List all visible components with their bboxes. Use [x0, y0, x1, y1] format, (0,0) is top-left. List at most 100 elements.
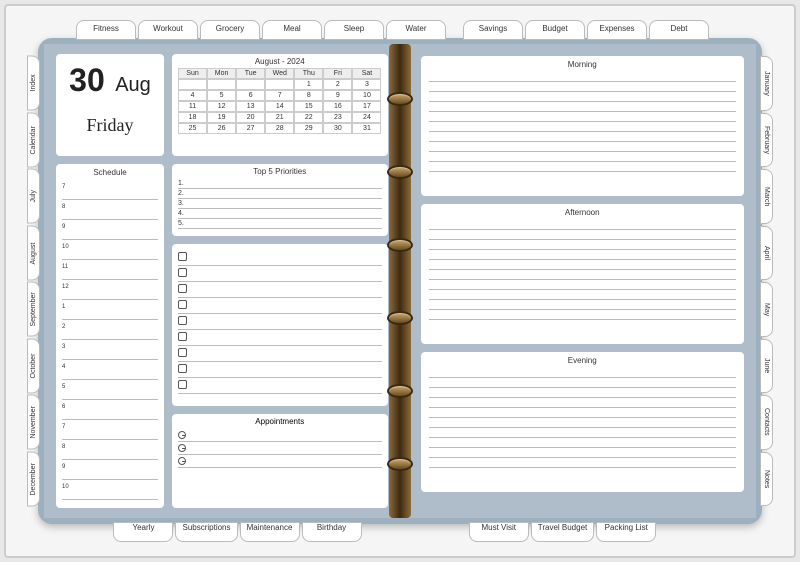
- tab-index[interactable]: Index: [27, 56, 40, 111]
- calendar-day[interactable]: [236, 79, 265, 90]
- schedule-row[interactable]: 2: [62, 320, 158, 340]
- writing-line[interactable]: [429, 388, 737, 398]
- calendar-day[interactable]: 12: [207, 101, 236, 112]
- tab-meal[interactable]: Meal: [262, 20, 322, 40]
- tab-january[interactable]: January: [760, 56, 773, 111]
- tab-maintenance[interactable]: Maintenance: [240, 522, 300, 542]
- schedule-row[interactable]: 3: [62, 340, 158, 360]
- calendar-day[interactable]: 3: [352, 79, 381, 90]
- tab-grocery[interactable]: Grocery: [200, 20, 260, 40]
- tab-subscriptions[interactable]: Subscriptions: [175, 522, 237, 542]
- calendar-day[interactable]: 1: [294, 79, 323, 90]
- tab-fitness[interactable]: Fitness: [76, 20, 136, 40]
- tab-budget[interactable]: Budget: [525, 20, 585, 40]
- schedule-row[interactable]: 12: [62, 280, 158, 300]
- writing-line[interactable]: [429, 408, 737, 418]
- writing-line[interactable]: [429, 82, 737, 92]
- schedule-row[interactable]: 7: [62, 420, 158, 440]
- calendar-day[interactable]: 25: [178, 123, 207, 134]
- calendar-day[interactable]: 7: [265, 90, 294, 101]
- tab-december[interactable]: December: [27, 452, 40, 507]
- priority-row[interactable]: 1.: [178, 179, 382, 189]
- writing-line[interactable]: [429, 300, 737, 310]
- schedule-row[interactable]: 7: [62, 180, 158, 200]
- tab-sleep[interactable]: Sleep: [324, 20, 384, 40]
- checkbox-icon[interactable]: [178, 300, 187, 309]
- tab-april[interactable]: April: [760, 226, 773, 281]
- checklist-row[interactable]: [178, 250, 382, 266]
- writing-line[interactable]: [429, 92, 737, 102]
- checklist-row[interactable]: [178, 298, 382, 314]
- tab-travel-budget[interactable]: Travel Budget: [531, 522, 595, 542]
- calendar-day[interactable]: 29: [294, 123, 323, 134]
- tab-debt[interactable]: Debt: [649, 20, 709, 40]
- tab-june[interactable]: June: [760, 339, 773, 394]
- writing-line[interactable]: [429, 398, 737, 408]
- checkbox-icon[interactable]: [178, 364, 187, 373]
- schedule-row[interactable]: 10: [62, 480, 158, 500]
- calendar-day[interactable]: 26: [207, 123, 236, 134]
- schedule-row[interactable]: 5: [62, 380, 158, 400]
- calendar-day[interactable]: 28: [265, 123, 294, 134]
- appointments-block[interactable]: Appointments: [172, 414, 388, 508]
- schedule-row[interactable]: 4: [62, 360, 158, 380]
- tab-packing-list[interactable]: Packing List: [596, 522, 656, 542]
- tab-september[interactable]: September: [27, 282, 40, 337]
- writing-line[interactable]: [429, 418, 737, 428]
- calendar-day[interactable]: 21: [265, 112, 294, 123]
- schedule-row[interactable]: 8: [62, 440, 158, 460]
- mini-calendar[interactable]: August - 2024 SunMonTueWedThuFriSat 1234…: [172, 54, 388, 156]
- schedule-row[interactable]: 10: [62, 240, 158, 260]
- writing-line[interactable]: [429, 428, 737, 438]
- calendar-day[interactable]: [207, 79, 236, 90]
- calendar-day[interactable]: 14: [265, 101, 294, 112]
- writing-line[interactable]: [429, 162, 737, 172]
- tab-workout[interactable]: Workout: [138, 20, 198, 40]
- schedule-row[interactable]: 6: [62, 400, 158, 420]
- calendar-day[interactable]: 18: [178, 112, 207, 123]
- morning-section[interactable]: Morning: [421, 56, 745, 196]
- calendar-day[interactable]: 31: [352, 123, 381, 134]
- calendar-day[interactable]: 30: [323, 123, 352, 134]
- calendar-day[interactable]: 5: [207, 90, 236, 101]
- checklist-row[interactable]: [178, 378, 382, 394]
- schedule-row[interactable]: 11: [62, 260, 158, 280]
- evening-section[interactable]: Evening: [421, 352, 745, 492]
- tab-october[interactable]: October: [27, 339, 40, 394]
- writing-line[interactable]: [429, 240, 737, 250]
- writing-line[interactable]: [429, 72, 737, 82]
- calendar-day[interactable]: 24: [352, 112, 381, 123]
- writing-line[interactable]: [429, 132, 737, 142]
- calendar-day[interactable]: 17: [352, 101, 381, 112]
- calendar-day[interactable]: 10: [352, 90, 381, 101]
- writing-line[interactable]: [429, 250, 737, 260]
- tab-november[interactable]: November: [27, 395, 40, 450]
- tab-yearly[interactable]: Yearly: [113, 522, 173, 542]
- tab-must-visit[interactable]: Must Visit: [469, 522, 529, 542]
- priority-row[interactable]: 2.: [178, 189, 382, 199]
- calendar-day[interactable]: [265, 79, 294, 90]
- priority-row[interactable]: 4.: [178, 209, 382, 219]
- tab-birthday[interactable]: Birthday: [302, 522, 362, 542]
- appointment-row[interactable]: [178, 429, 382, 442]
- writing-line[interactable]: [429, 368, 737, 378]
- calendar-day[interactable]: [178, 79, 207, 90]
- tab-savings[interactable]: Savings: [463, 20, 523, 40]
- writing-line[interactable]: [429, 260, 737, 270]
- checkbox-icon[interactable]: [178, 316, 187, 325]
- checklist-row[interactable]: [178, 314, 382, 330]
- checkbox-icon[interactable]: [178, 380, 187, 389]
- calendar-day[interactable]: 19: [207, 112, 236, 123]
- writing-line[interactable]: [429, 310, 737, 320]
- checkbox-icon[interactable]: [178, 268, 187, 277]
- writing-line[interactable]: [429, 102, 737, 112]
- calendar-day[interactable]: 6: [236, 90, 265, 101]
- calendar-day[interactable]: 22: [294, 112, 323, 123]
- tab-water[interactable]: Water: [386, 20, 446, 40]
- checklist-row[interactable]: [178, 330, 382, 346]
- tab-may[interactable]: May: [760, 282, 773, 337]
- priorities-block[interactable]: Top 5 Priorities 1.2.3.4.5.: [172, 164, 388, 236]
- checkbox-icon[interactable]: [178, 284, 187, 293]
- checkbox-icon[interactable]: [178, 252, 187, 261]
- priority-row[interactable]: 3.: [178, 199, 382, 209]
